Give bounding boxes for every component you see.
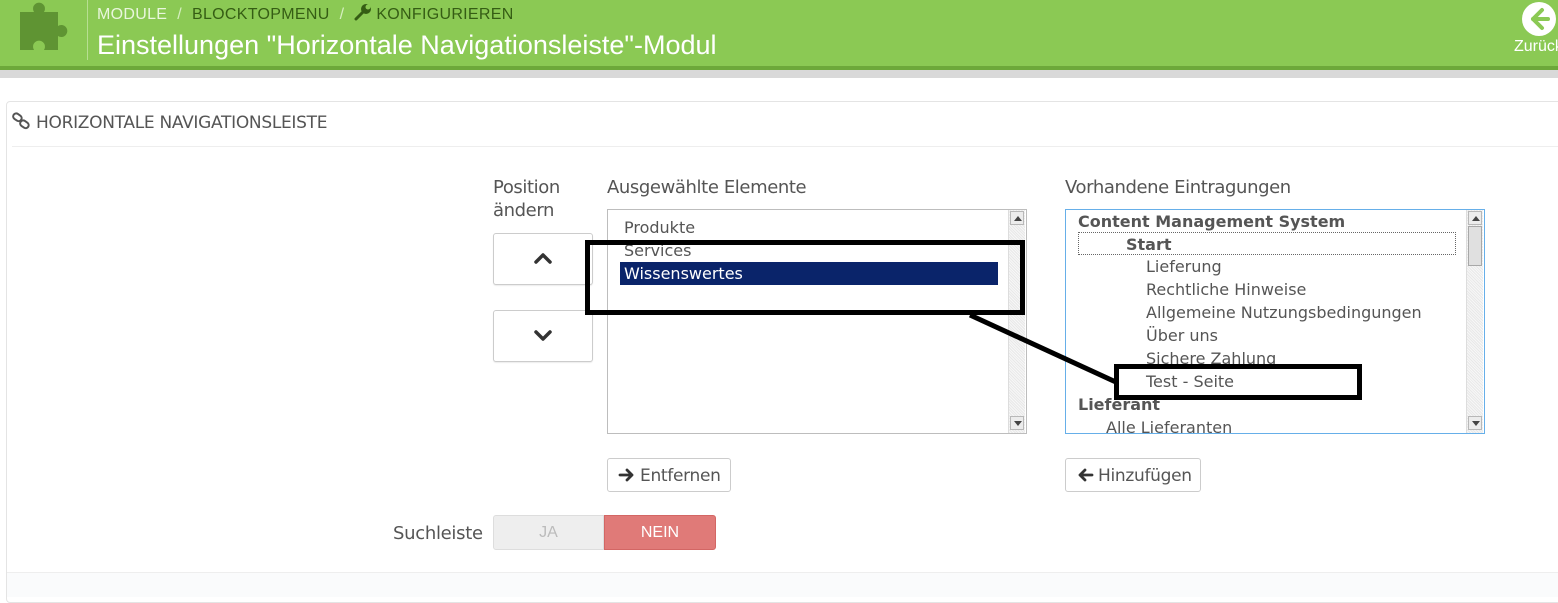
annotation-connector (968, 312, 1120, 386)
